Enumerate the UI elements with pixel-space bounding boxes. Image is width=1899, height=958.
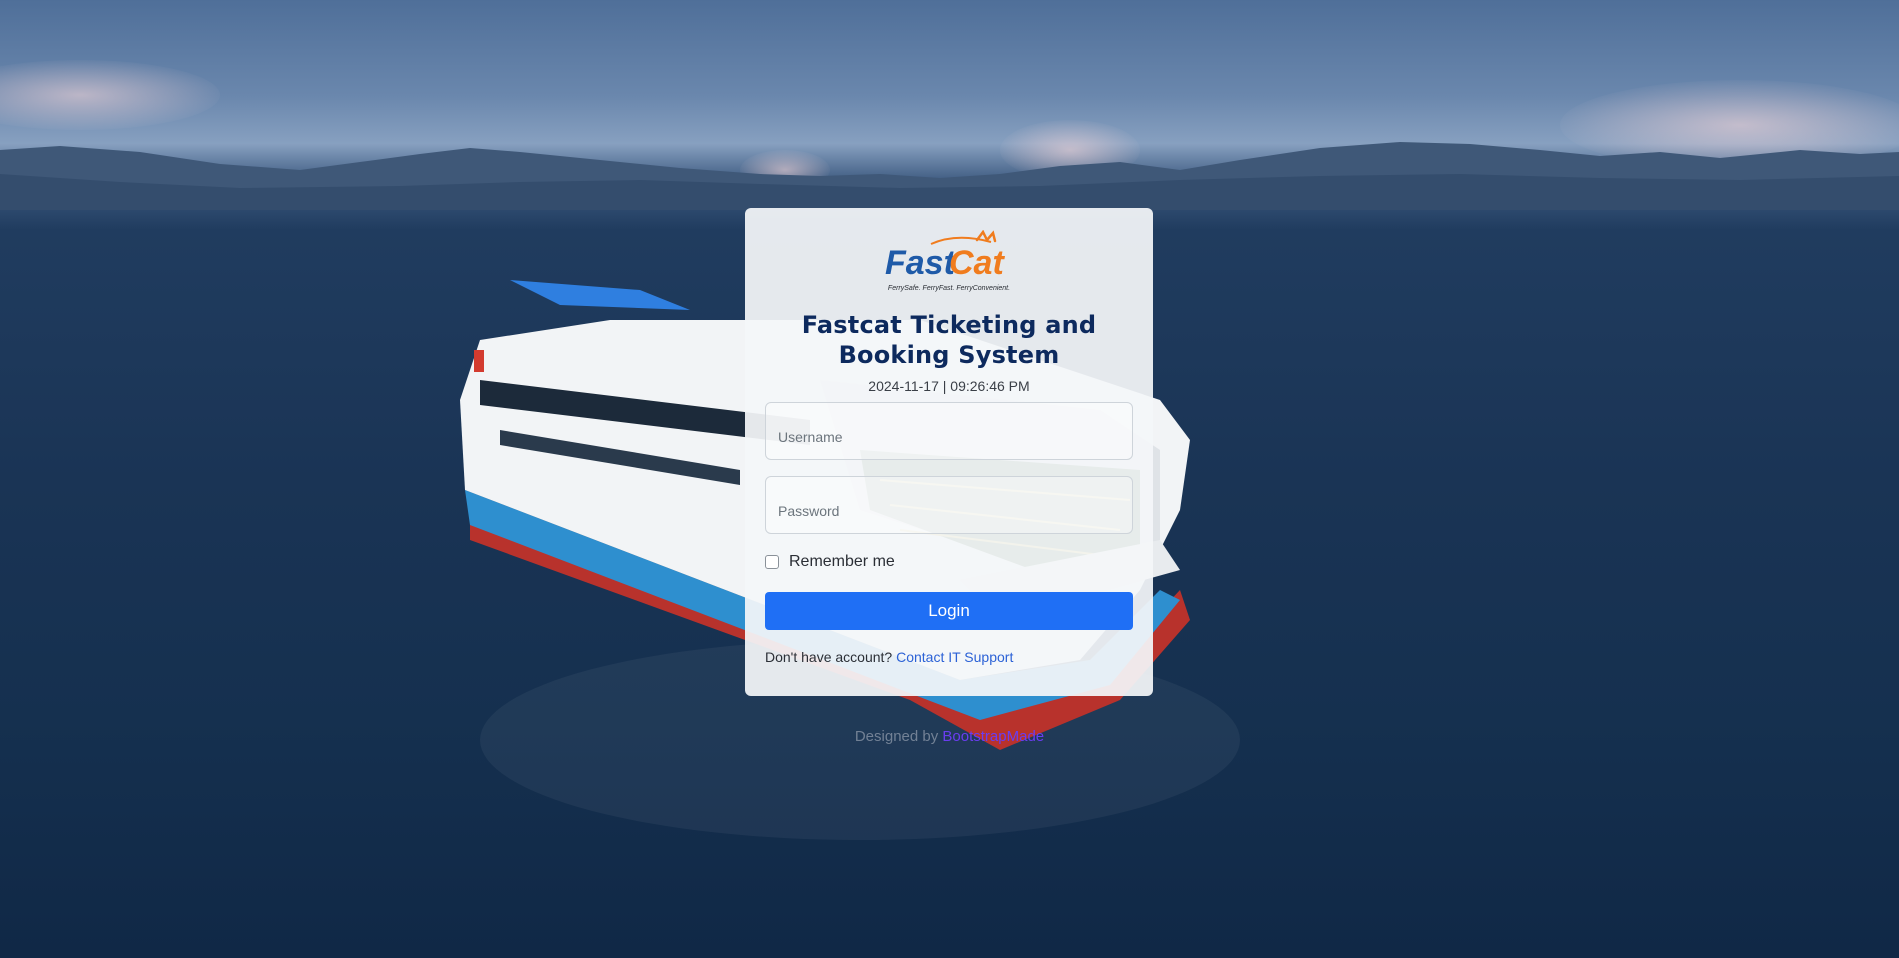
remember-me-checkbox[interactable] <box>765 555 779 569</box>
password-field[interactable] <box>765 476 1133 534</box>
remember-me-label[interactable]: Remember me <box>789 553 895 571</box>
login-button[interactable]: Login <box>765 592 1133 630</box>
remember-me-row: Remember me <box>765 552 1133 572</box>
login-page: Fast Cat FerrySafe. FerryFast. FerryConv… <box>0 0 1899 958</box>
logo-text-cat: Cat <box>949 244 1005 282</box>
signup-prompt-text: Don't have account? <box>765 649 893 665</box>
username-field[interactable] <box>765 402 1133 460</box>
fastcat-logo-icon: Fast Cat FerrySafe. FerryFast. FerryConv… <box>885 230 1010 292</box>
password-input[interactable] <box>766 477 1132 533</box>
logo-tagline: FerrySafe. FerryFast. FerryConvenient. <box>888 285 1010 292</box>
login-card: Fast Cat FerrySafe. FerryFast. FerryConv… <box>745 208 1153 696</box>
background-mountains <box>0 142 1899 210</box>
footer-credit: Designed by BootstrapMade <box>0 728 1899 745</box>
contact-it-support-link[interactable]: Contact IT Support <box>896 649 1013 665</box>
signup-prompt: Don't have account? Contact IT Support <box>765 649 1133 665</box>
footer-prefix: Designed by <box>854 728 939 745</box>
username-input[interactable] <box>766 403 1132 459</box>
footer-credit-link[interactable]: BootstrapMade <box>942 728 1044 745</box>
background-cloud <box>0 60 220 130</box>
brand-logo: Fast Cat FerrySafe. FerryFast. FerryConv… <box>765 230 1133 296</box>
current-datetime: 2024-11-17 | 09:26:46 PM <box>868 378 1030 394</box>
logo-text-fast: Fast <box>885 244 957 282</box>
page-title: Fastcat Ticketing and Booking System <box>801 311 1097 369</box>
